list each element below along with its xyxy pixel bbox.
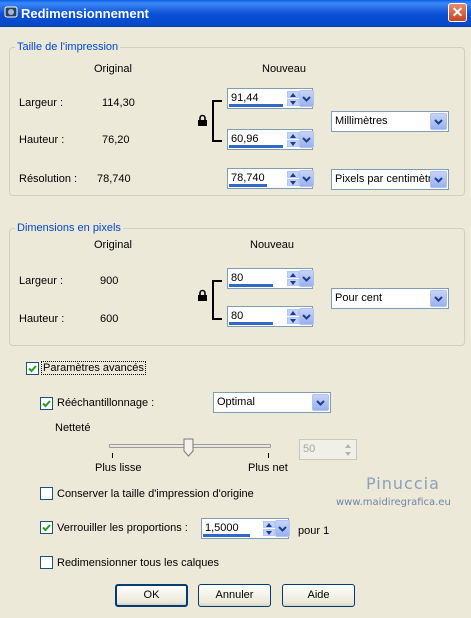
advanced-checkbox[interactable]: [26, 362, 39, 375]
chevron-down-icon[interactable]: [430, 171, 447, 188]
pixel-units-value: Pour cent: [335, 292, 383, 304]
print-col-original: Original: [94, 63, 132, 75]
close-button[interactable]: ✕: [448, 3, 467, 22]
print-width-original: 114,30: [102, 97, 135, 109]
cancel-button[interactable]: Annuler: [198, 584, 271, 607]
resolution-value: 78,740: [231, 172, 265, 184]
pixel-height-label: Hauteur :: [19, 313, 65, 325]
spin-arrows-icon[interactable]: [287, 171, 299, 186]
slider-min-label: Plus lisse: [95, 462, 142, 474]
pixel-width-value: 80: [231, 272, 244, 284]
ratio-suffix: pour 1: [298, 525, 330, 537]
print-width-label: Largeur :: [19, 97, 64, 109]
watermark-name: Pinuccia: [366, 474, 440, 493]
print-height-field[interactable]: 60,96: [227, 129, 314, 150]
resolution-units-value: Pixels par centimètre: [335, 173, 431, 185]
slider-tick: [268, 453, 269, 458]
spin-arrows-icon[interactable]: [287, 271, 299, 286]
pixel-width-original: 900: [100, 275, 119, 287]
spin-arrows-icon[interactable]: [342, 442, 354, 457]
slider-max-label: Plus net: [248, 462, 288, 474]
resolution-original: 78,740: [97, 173, 131, 185]
resolution-units-select[interactable]: Pixels par centimètre: [331, 169, 449, 190]
pixel-width-label: Largeur :: [19, 275, 64, 287]
pixel-height-field[interactable]: 80: [227, 306, 314, 327]
print-width-value: 91,44: [231, 92, 259, 104]
field-underline: [229, 145, 283, 148]
help-button[interactable]: Aide: [282, 584, 355, 607]
window-title: Redimensionnement: [21, 6, 149, 21]
print-units-select[interactable]: Millimètres: [331, 111, 449, 132]
chevron-down-icon[interactable]: [275, 520, 290, 537]
print-height-label: Hauteur :: [19, 134, 65, 146]
field-underline: [229, 284, 273, 287]
sharpness-slider-thumb[interactable]: [183, 438, 194, 457]
ratio-value: 1,5000: [205, 522, 239, 534]
print-col-new: Nouveau: [262, 63, 307, 75]
resize-all-layers-checkbox[interactable]: [40, 556, 53, 569]
chevron-down-icon[interactable]: [299, 270, 314, 287]
sharpness-label: Netteté: [55, 422, 91, 434]
chevron-down-icon[interactable]: [299, 170, 314, 187]
chevron-down-icon[interactable]: [299, 131, 314, 148]
field-underline: [229, 322, 273, 325]
watermark-url: www.maidiregrafica.eu: [336, 497, 451, 508]
resolution-label: Résolution :: [19, 173, 78, 185]
checkmark-icon: [28, 365, 37, 373]
pixel-units-select[interactable]: Pour cent: [331, 288, 449, 309]
print-size-legend: Taille de l'impression: [15, 41, 121, 53]
print-height-value: 60,96: [231, 133, 259, 145]
resize-all-layers-label[interactable]: Redimensionner tous les calques: [57, 557, 219, 569]
resolution-field[interactable]: 78,740: [227, 168, 314, 189]
pixel-size-legend: Dimensions en pixels: [15, 222, 123, 234]
pixel-col-original: Original: [94, 239, 132, 251]
pixel-col-new: Nouveau: [250, 239, 295, 251]
pixel-width-field[interactable]: 80: [227, 268, 314, 289]
chevron-down-icon[interactable]: [299, 90, 314, 107]
spin-arrows-icon[interactable]: [263, 521, 275, 536]
print-height-original: 76,20: [102, 134, 130, 146]
spin-arrows-icon[interactable]: [287, 132, 299, 147]
field-underline: [229, 104, 283, 107]
app-icon: [4, 6, 18, 18]
lock-ratio-checkbox[interactable]: [40, 521, 53, 534]
field-underline: [229, 184, 267, 187]
spin-arrows-icon[interactable]: [287, 91, 299, 106]
title-bar[interactable]: Redimensionnement ✕: [0, 0, 471, 27]
resample-checkbox[interactable]: [40, 397, 53, 410]
chevron-down-icon[interactable]: [299, 308, 314, 325]
resample-select[interactable]: Optimal: [213, 392, 331, 413]
sharpness-value: 50: [303, 443, 316, 455]
keep-print-size-checkbox[interactable]: [40, 487, 53, 500]
lock-ratio-label[interactable]: Verrouiller les proportions :: [57, 522, 188, 534]
checkmark-icon: [42, 524, 51, 532]
print-units-value: Millimètres: [335, 115, 388, 127]
checkmark-icon: [42, 400, 51, 408]
chevron-down-icon[interactable]: [430, 113, 447, 130]
print-width-field[interactable]: 91,44: [227, 88, 314, 109]
ok-button[interactable]: OK: [115, 584, 188, 607]
chevron-down-icon[interactable]: [430, 290, 447, 307]
chevron-down-icon[interactable]: [312, 394, 329, 411]
lock-icon[interactable]: [197, 289, 208, 302]
pixel-height-value: 80: [231, 310, 244, 322]
slider-tick: [112, 453, 113, 458]
keep-print-size-label[interactable]: Conserver la taille d'impression d'origi…: [57, 488, 254, 500]
resample-label[interactable]: Rééchantillonnage :: [57, 397, 154, 409]
resample-value: Optimal: [217, 396, 255, 408]
sharpness-value-field[interactable]: 50: [299, 439, 357, 460]
advanced-label[interactable]: Paramètres avancés: [41, 361, 146, 375]
spin-arrows-icon[interactable]: [287, 309, 299, 324]
pixel-height-original: 600: [100, 313, 119, 325]
link-bracket: [212, 100, 222, 142]
lock-icon[interactable]: [197, 114, 208, 127]
link-bracket: [212, 280, 222, 320]
field-underline: [203, 534, 250, 537]
ratio-field[interactable]: 1,5000: [201, 518, 290, 539]
